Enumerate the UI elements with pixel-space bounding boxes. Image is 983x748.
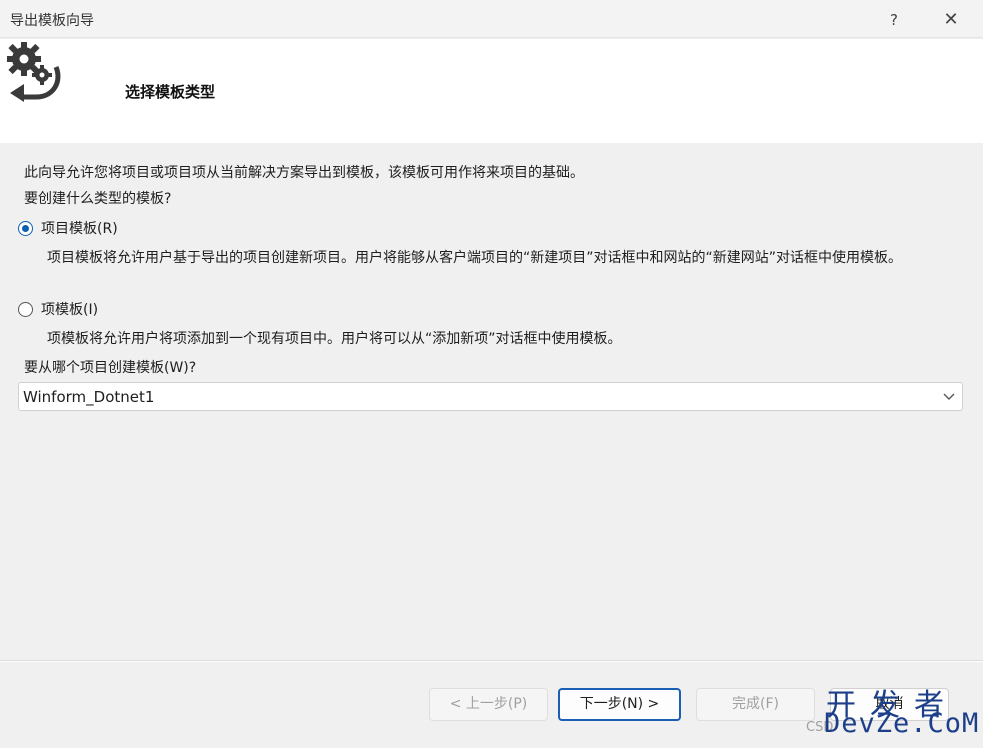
cancel-button[interactable]: 取消: [830, 688, 949, 721]
close-button[interactable]: ✕: [936, 6, 966, 34]
project-template-label: 项目模板(R): [41, 221, 118, 237]
project-template-radio[interactable]: [18, 220, 33, 236]
finish-button[interactable]: 完成(F): [696, 688, 815, 721]
footer-divider: [0, 660, 983, 662]
wizard-header: 选择模板类型: [0, 39, 983, 143]
intro-text: 此向导允许您将项目或项目项从当前解决方案导出到模板，该模板可用作将来项目的基础。: [24, 165, 584, 181]
item-template-label: 项模板(I): [41, 302, 99, 318]
item-template-description: 项模板将允许用户将项添加到一个现有项目中。用户将可以从“添加新项”对话框中使用模…: [47, 331, 622, 347]
next-button[interactable]: 下一步(N) >: [558, 688, 681, 721]
project-select[interactable]: Winform_Dotnet1: [18, 382, 963, 411]
watermark-small: CSD: [806, 720, 834, 735]
page-heading: 选择模板类型: [125, 83, 216, 101]
previous-button[interactable]: < 上一步(P): [429, 688, 548, 721]
gear-export-icon: [7, 42, 61, 102]
project-template-option[interactable]: 项目模板(R): [18, 218, 118, 238]
chevron-down-icon: [943, 393, 955, 400]
template-type-question: 要创建什么类型的模板?: [24, 191, 172, 207]
project-select-value: Winform_Dotnet1: [23, 388, 155, 406]
item-template-radio[interactable]: [18, 301, 33, 317]
item-template-option[interactable]: 项模板(I): [18, 299, 98, 319]
window-title: 导出模板向导: [10, 13, 94, 29]
project-source-question: 要从哪个项目创建模板(W)?: [24, 360, 197, 376]
project-template-description: 项目模板将允许用户基于导出的项目创建新项目。用户将能够从客户端项目的“新建项目”…: [47, 250, 903, 266]
title-bar: 导出模板向导 ? ✕: [0, 0, 983, 38]
help-button[interactable]: ?: [882, 8, 906, 32]
